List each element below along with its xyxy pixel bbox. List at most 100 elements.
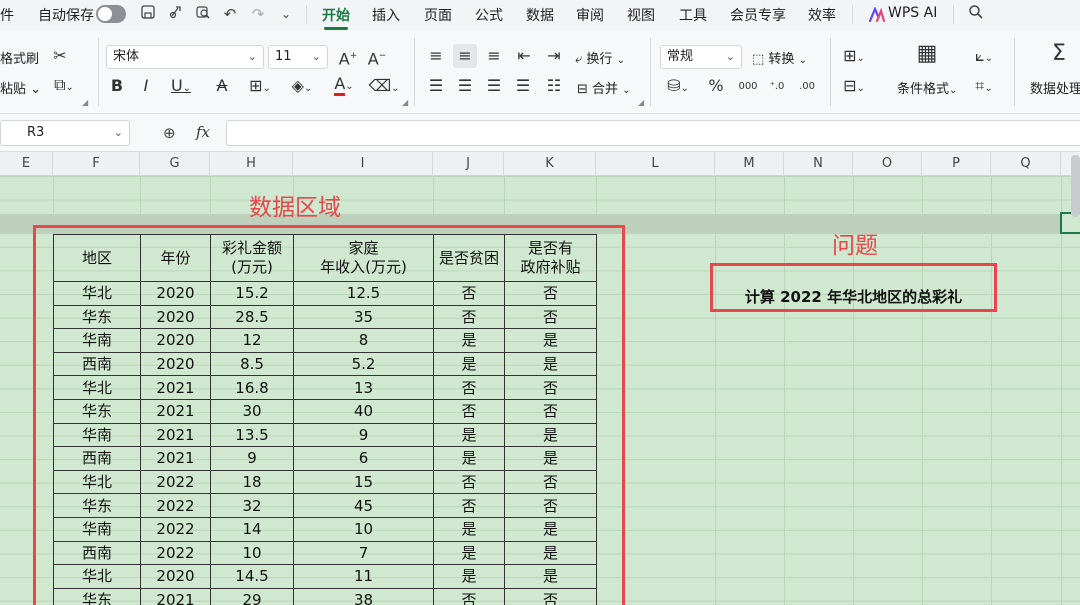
table-cell[interactable]: 6: [293, 446, 434, 471]
table-cell[interactable]: 2021: [140, 398, 211, 424]
table-cell[interactable]: 18: [210, 469, 294, 495]
table-cell[interactable]: 2021: [140, 422, 211, 448]
table-cell[interactable]: 是: [433, 328, 505, 353]
table-header-cell[interactable]: 彩礼金额 (万元): [210, 234, 294, 282]
table-cell[interactable]: 西南: [53, 351, 141, 377]
table-cell[interactable]: 否: [433, 587, 505, 605]
table-header-cell[interactable]: 是否贫困: [433, 234, 505, 282]
table-cell[interactable]: 2020: [140, 351, 211, 377]
table-cell[interactable]: 28.5: [210, 304, 294, 330]
table-cell[interactable]: 5.2: [293, 351, 434, 377]
table-cell[interactable]: 华北: [53, 469, 141, 495]
table-cell[interactable]: 是: [504, 351, 597, 377]
table-cell[interactable]: 否: [433, 304, 505, 330]
table-cell[interactable]: 10: [210, 540, 294, 566]
table-cell[interactable]: 否: [433, 493, 505, 518]
column-header[interactable]: N: [784, 152, 853, 176]
table-cell[interactable]: 华北: [53, 375, 141, 400]
table-cell[interactable]: 30: [210, 398, 294, 424]
redo-icon[interactable]: ↷: [248, 4, 268, 24]
align-bottom-icon[interactable]: ≡: [484, 46, 504, 66]
table-cell[interactable]: 29: [210, 587, 294, 605]
table-cell[interactable]: 2021: [140, 587, 211, 605]
merge-cells-button[interactable]: ⊟ 合并 ⌄: [577, 78, 631, 97]
table-cell[interactable]: 10: [293, 516, 434, 542]
fx-icon[interactable]: fx: [196, 123, 210, 141]
column-header[interactable]: E: [0, 152, 53, 176]
group-expand-icon[interactable]: ◢: [638, 98, 644, 107]
format-painter-label[interactable]: 格式刷: [0, 48, 39, 67]
group-expand-icon[interactable]: ◢: [82, 98, 88, 107]
column-header[interactable]: Q: [991, 152, 1061, 176]
decrease-indent-icon[interactable]: ⇤: [513, 46, 535, 66]
table-cell[interactable]: 否: [504, 281, 597, 306]
vertical-scrollbar[interactable]: [1071, 155, 1080, 217]
percent-icon[interactable]: %: [706, 76, 726, 96]
table-cell[interactable]: 华南: [53, 422, 141, 448]
table-cell[interactable]: 2020: [140, 304, 211, 330]
column-header[interactable]: O: [853, 152, 922, 176]
decrease-font-icon[interactable]: A−: [366, 46, 388, 69]
table-cell[interactable]: 9: [293, 422, 434, 448]
table-cell[interactable]: 否: [504, 587, 597, 605]
table-cell[interactable]: 华北: [53, 564, 141, 589]
table-cell[interactable]: 华东: [53, 587, 141, 605]
justify-icon[interactable]: ☰: [513, 76, 533, 96]
table-cell[interactable]: 7: [293, 540, 434, 566]
table-cell[interactable]: 华南: [53, 516, 141, 542]
table-cell[interactable]: 14.5: [210, 564, 294, 589]
table-cell[interactable]: 2022: [140, 540, 211, 566]
conditional-format-icon[interactable]: ▦: [912, 43, 942, 65]
align-left-icon[interactable]: ☰: [426, 76, 446, 96]
tab-tools[interactable]: 工具: [679, 5, 707, 25]
table-cell[interactable]: 13: [293, 375, 434, 400]
paste-button[interactable]: 粘贴 ⌄: [0, 78, 41, 97]
table-cell[interactable]: 是: [504, 564, 597, 589]
table-cell[interactable]: 是: [433, 446, 505, 471]
table-cell[interactable]: 否: [504, 304, 597, 330]
undo-icon[interactable]: ↶: [220, 4, 240, 24]
underline-icon[interactable]: U⌄: [166, 76, 196, 99]
tab-insert[interactable]: 插入: [372, 5, 400, 25]
table-header-cell[interactable]: 年份: [140, 234, 211, 282]
column-header[interactable]: L: [596, 152, 715, 176]
table-cell[interactable]: 16.8: [210, 375, 294, 400]
bold-icon[interactable]: B: [108, 76, 126, 96]
table-cell[interactable]: 是: [433, 564, 505, 589]
table-cell[interactable]: 2022: [140, 516, 211, 542]
align-center-icon[interactable]: ☰: [455, 76, 475, 96]
menu-file[interactable]: 件: [0, 5, 14, 25]
tab-page[interactable]: 页面: [424, 5, 452, 25]
copy-icon[interactable]: ⧉⌄: [50, 75, 78, 98]
conditional-format-button[interactable]: 条件格式⌄: [897, 78, 957, 97]
table-cell[interactable]: 2021: [140, 375, 211, 400]
table-header-cell[interactable]: 地区: [53, 234, 141, 282]
cell-style-icon[interactable]: ⊟⌄: [838, 76, 870, 99]
name-box[interactable]: R3 ⌄: [0, 120, 130, 146]
currency-icon[interactable]: ⛁⌄: [662, 76, 694, 99]
table-cell[interactable]: 是: [433, 540, 505, 566]
align-right-icon[interactable]: ☰: [484, 76, 504, 96]
table-cell[interactable]: 2020: [140, 328, 211, 353]
question-text[interactable]: 计算 2022 年华北地区的总彩礼: [713, 286, 994, 307]
italic-icon[interactable]: I: [137, 76, 155, 96]
group-expand-icon[interactable]: ◢: [402, 98, 408, 107]
increase-decimal-icon[interactable]: ⁺.0: [764, 77, 790, 97]
wrap-text-button[interactable]: ⤶ 换行 ⌄: [575, 48, 625, 67]
share-icon[interactable]: [166, 4, 186, 24]
tab-member[interactable]: 会员专享: [730, 5, 786, 25]
table-cell[interactable]: 是: [504, 328, 597, 353]
column-header[interactable]: P: [922, 152, 991, 176]
column-header[interactable]: K: [504, 152, 596, 176]
save-icon[interactable]: [138, 4, 158, 24]
table-cell[interactable]: 8: [293, 328, 434, 353]
thousands-icon[interactable]: 000: [736, 77, 760, 97]
table-cell[interactable]: 9: [210, 446, 294, 471]
tab-review[interactable]: 审阅: [576, 5, 604, 25]
table-cell[interactable]: 8.5: [210, 351, 294, 377]
fill-icon[interactable]: ⟀⌄: [968, 46, 1000, 69]
formula-input[interactable]: [226, 120, 1080, 146]
table-cell[interactable]: 华南: [53, 328, 141, 353]
table-cell[interactable]: 华东: [53, 304, 141, 330]
table-cell[interactable]: 15: [293, 469, 434, 495]
